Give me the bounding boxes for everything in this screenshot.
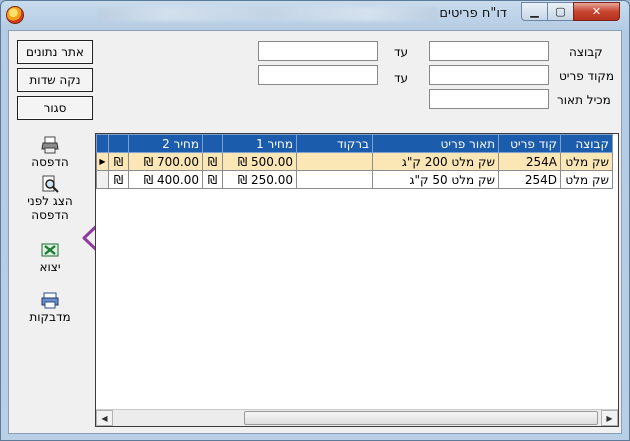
maximize-button[interactable]: ▢ [547, 2, 574, 21]
item-code-from-input[interactable] [429, 65, 549, 85]
group-from-input[interactable] [429, 41, 549, 61]
scroll-thumb[interactable] [244, 411, 598, 425]
print-preview-icon [42, 175, 59, 193]
item-code-to-label: עד [394, 71, 409, 85]
find-data-button[interactable]: אתר נתונים [17, 40, 93, 64]
description-label: מכיל תאור [557, 93, 611, 107]
title-bar[interactable]: דו"ח פריטים ▁ ▢ ✕ [1, 1, 629, 29]
client-area: קבוצה עד מקוד פריט עד מכיל תאור אתר נתונ… [8, 30, 622, 434]
blurred-title-region [97, 7, 437, 21]
table-row[interactable]: ₪ 400.00 ₪ ₪ 250.00 ₪ שק מלט 50 ק"ג 254D… [96, 170, 613, 189]
item-code-to-input[interactable] [258, 65, 378, 85]
column-header-group[interactable]: קבוצה [560, 134, 613, 153]
close-window-button[interactable]: ✕ [573, 2, 620, 21]
column-header-description[interactable]: תאור פריט [372, 134, 499, 153]
table-header-row: מחיר 2 מחיר 1 ברקוד תאור פריט קוד פריט ק… [96, 134, 613, 153]
cell-description[interactable]: שק מלט 50 ק"ג [372, 170, 499, 189]
column-header-barcode[interactable]: ברקוד [296, 134, 373, 153]
column-header-item-code[interactable]: קוד פריט [498, 134, 561, 153]
cell-currency1[interactable]: ₪ [202, 170, 223, 189]
minimize-button[interactable]: ▁ [521, 2, 548, 21]
current-row-indicator-icon: ▶ [96, 152, 109, 171]
cell-price1[interactable]: 250.00 ₪ [222, 170, 297, 189]
cell-barcode[interactable] [296, 170, 373, 189]
export-tool[interactable]: יצוא [14, 241, 86, 274]
group-label: קבוצה [569, 45, 603, 59]
excel-export-icon [41, 243, 59, 257]
table-row[interactable]: ▶ ₪ 700.00 ₪ ₪ 500.00 ₪ שק מלט 200 ק"ג 2… [96, 152, 613, 171]
clear-fields-button[interactable]: נקה שדות [17, 68, 93, 92]
cell-price2[interactable]: 700.00 ₪ [128, 152, 203, 171]
column-header-price2[interactable]: מחיר 2 [128, 134, 203, 153]
app-logo-icon [6, 6, 24, 24]
currency-header [108, 134, 129, 153]
window-title: דו"ח פריטים [439, 6, 507, 21]
cell-description[interactable]: שק מלט 200 ק"ג [372, 152, 499, 171]
cell-currency2[interactable]: ₪ [108, 170, 129, 189]
items-grid: מחיר 2 מחיר 1 ברקוד תאור פריט קוד פריט ק… [95, 133, 619, 427]
scroll-left-button[interactable]: ◀ [96, 410, 113, 426]
cell-item-code[interactable]: 254D [498, 170, 561, 189]
print-tool[interactable]: הדפסה [14, 136, 86, 169]
description-input[interactable] [429, 89, 549, 109]
cell-price2[interactable]: 400.00 ₪ [128, 170, 203, 189]
print-label: הדפסה [31, 155, 69, 169]
close-button[interactable]: סגור [17, 96, 93, 120]
cell-barcode[interactable] [296, 152, 373, 171]
horizontal-scrollbar[interactable]: ◀ ▶ [96, 409, 618, 426]
cell-currency1[interactable]: ₪ [202, 152, 223, 171]
print-preview-tool[interactable]: הצג לפני הדפסה [14, 175, 86, 222]
items-table: מחיר 2 מחיר 1 ברקוד תאור פריט קוד פריט ק… [96, 134, 613, 189]
labels-label: מדבקות [29, 310, 71, 324]
row-indicator-header [96, 134, 109, 153]
item-code-label: מקוד פריט [559, 69, 615, 83]
export-label: יצוא [39, 260, 61, 274]
group-to-input[interactable] [258, 41, 378, 61]
row-indicator [96, 170, 109, 189]
cell-price1[interactable]: 500.00 ₪ [222, 152, 297, 171]
scroll-right-button[interactable]: ▶ [601, 410, 618, 426]
group-to-label: עד [394, 45, 409, 59]
printer-icon [41, 136, 59, 154]
print-preview-label: הצג לפני הדפסה [27, 194, 73, 222]
currency-header [202, 134, 223, 153]
column-header-price1[interactable]: מחיר 1 [222, 134, 297, 153]
cell-group[interactable]: שק מלט [560, 152, 613, 171]
cell-currency2[interactable]: ₪ [108, 152, 129, 171]
cell-item-code[interactable]: 254A [498, 152, 561, 171]
report-window: דו"ח פריטים ▁ ▢ ✕ קבוצה עד מקוד פריט עד … [0, 0, 630, 441]
labels-tool[interactable]: מדבקות [14, 291, 86, 324]
cell-group[interactable]: שק מלט [560, 170, 613, 189]
label-printer-icon [41, 292, 59, 309]
